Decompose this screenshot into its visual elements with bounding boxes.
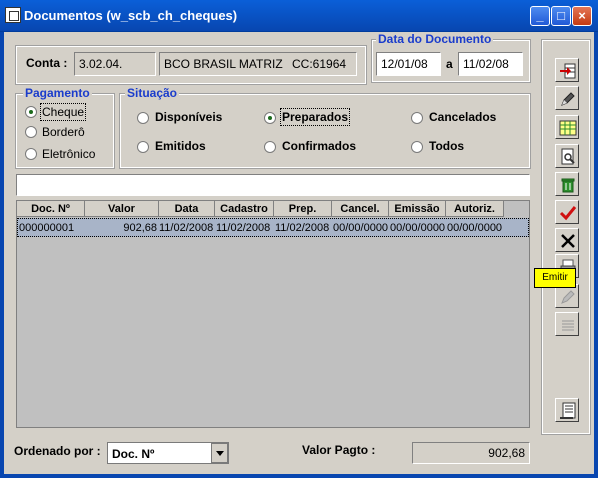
radio-disponiveis-label[interactable]: Disponíveis (155, 110, 222, 124)
window-frame-left (0, 32, 4, 478)
window-frame-bottom (0, 474, 598, 478)
radio-preparados-label[interactable]: Preparados (279, 108, 351, 126)
radio-todos-label[interactable]: Todos (429, 139, 464, 153)
col-header-data[interactable]: Data (159, 201, 215, 217)
radio-cancelados-label[interactable]: Cancelados (429, 110, 496, 124)
window-title: Documentos (w_scb_ch_cheques) (24, 8, 238, 23)
situacao-label: Situação (125, 86, 180, 100)
radio-emitidos[interactable] (137, 141, 149, 153)
cell-valor: 902,68 (123, 222, 157, 234)
col-header-cadastro[interactable]: Cadastro (215, 201, 274, 217)
radio-confirmados-label[interactable]: Confirmados (282, 139, 356, 153)
confirm-button[interactable] (555, 200, 579, 224)
radio-eletronico[interactable] (25, 148, 37, 160)
report-list-icon (560, 402, 576, 419)
conta-label: Conta : (26, 56, 68, 70)
cancel-button[interactable] (555, 228, 579, 252)
tooltip: Emitir (534, 268, 576, 288)
col-header-autoriz[interactable]: Autoriz. (446, 201, 504, 217)
align-button[interactable] (555, 312, 579, 336)
radio-confirmados[interactable] (264, 141, 276, 153)
cell-emissao: 00/00/0000 (390, 222, 446, 234)
radio-cheque[interactable] (25, 106, 37, 118)
maximize-icon[interactable]: □ (551, 6, 571, 26)
col-header-valor[interactable]: Valor (85, 201, 159, 217)
print-preview-icon (561, 148, 575, 165)
close-icon[interactable]: × (572, 6, 592, 26)
window-frame-right (594, 32, 598, 478)
order-label: Ordenado por : (14, 444, 101, 458)
table-grid-icon (559, 120, 577, 136)
pagamento-label: Pagamento (23, 86, 92, 100)
table-button[interactable] (555, 115, 579, 139)
check-mark-icon (559, 206, 577, 221)
radio-cheque-label[interactable]: Cheque (39, 103, 87, 121)
radio-bordero[interactable] (25, 126, 37, 138)
edit-button[interactable] (555, 86, 579, 110)
conta-bank-name: BCO BRASIL MATRIZ (164, 57, 283, 71)
date-separator: a (446, 57, 453, 71)
minimize-icon[interactable]: _ (530, 6, 550, 26)
conta-account-number: CC:61964 (292, 57, 347, 71)
date-to-input[interactable]: 11/02/08 (458, 52, 523, 76)
radio-todos[interactable] (411, 141, 423, 153)
insert-row-icon (560, 63, 576, 79)
delete-button[interactable] (555, 172, 579, 196)
insert-row-button[interactable] (555, 58, 579, 82)
radio-preparados[interactable] (264, 112, 276, 124)
valor-pagto-field: 902,68 (412, 442, 530, 464)
report-button[interactable] (555, 398, 579, 422)
radio-disponiveis[interactable] (137, 112, 149, 124)
order-select-value: Doc. Nº (112, 447, 155, 461)
cell-data: 11/02/2008 (159, 222, 214, 234)
align-lines-icon (562, 320, 574, 331)
radio-cancelados[interactable] (411, 112, 423, 124)
radio-eletronico-label[interactable]: Eletrônico (42, 147, 95, 161)
date-from-input[interactable]: 12/01/08 (376, 52, 441, 76)
sign-pen-icon (561, 290, 575, 304)
col-header-cancel[interactable]: Cancel. (332, 201, 389, 217)
col-header-prep[interactable]: Prep. (274, 201, 332, 217)
cell-prep: 11/02/2008 (275, 222, 330, 234)
print-preview-button[interactable] (555, 144, 579, 168)
delete-trash-icon (561, 178, 575, 193)
col-header-doc[interactable]: Doc. Nº (17, 201, 85, 217)
conta-code-field: 3.02.04. (74, 52, 156, 76)
filter-text-bar[interactable] (16, 174, 530, 196)
cell-cadastro: 11/02/2008 (216, 222, 271, 234)
valor-pagto-label: Valor Pagto : (302, 443, 376, 457)
edit-pen-icon (561, 92, 575, 106)
cancel-x-icon (561, 234, 575, 248)
data-documento-label: Data do Documento (376, 32, 494, 46)
cell-autoriz: 00/00/0000 (447, 222, 503, 234)
chevron-down-icon[interactable] (211, 443, 228, 463)
cell-doc: 000000001 (19, 222, 75, 234)
situacao-group (119, 93, 531, 169)
app-window-icon[interactable] (5, 7, 21, 23)
radio-emitidos-label[interactable]: Emitidos (155, 139, 206, 153)
cell-cancel: 00/00/0000 (333, 222, 389, 234)
col-header-emissao[interactable]: Emissão (389, 201, 446, 217)
radio-bordero-label[interactable]: Borderô (42, 125, 85, 139)
